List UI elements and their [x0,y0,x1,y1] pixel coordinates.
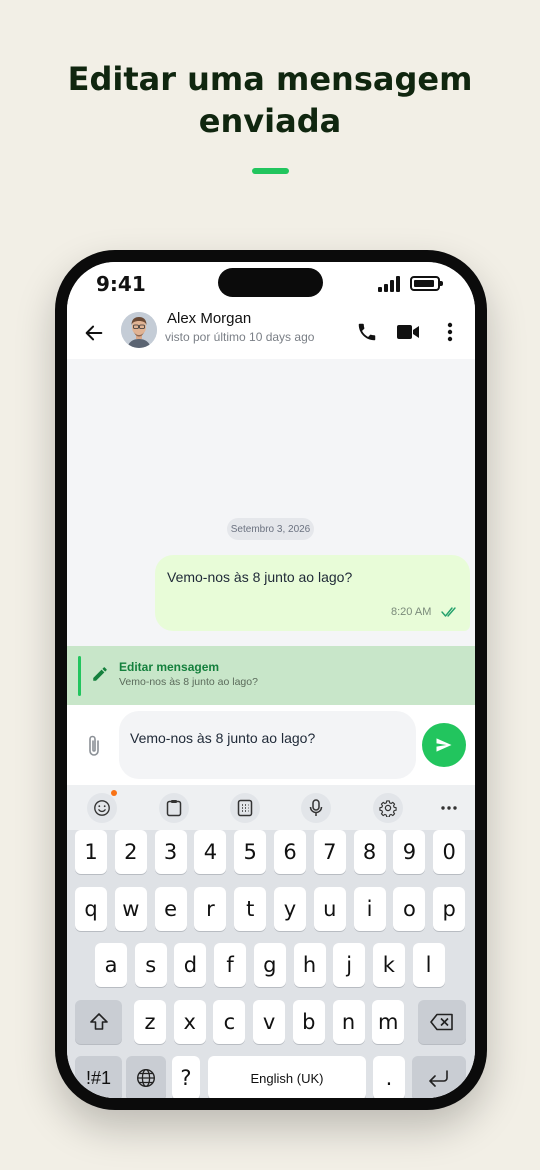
pencil-icon [93,667,107,681]
phone-screen: 9:41 Alex Morgan visto por último 10 day… [67,262,475,1098]
enter-return-icon [429,1070,448,1087]
microphone-icon[interactable] [301,793,331,823]
backspace-key[interactable] [418,1000,466,1044]
phone-frame: 9:41 Alex Morgan visto por último 10 day… [55,250,487,1110]
headline-accent-bar [252,168,289,174]
avatar[interactable] [121,312,157,348]
key-8[interactable]: 8 [353,830,386,874]
globe-icon [136,1068,156,1088]
shift-key[interactable] [75,1000,122,1044]
edit-accent-line [78,656,81,696]
more-options-icon[interactable] [438,320,462,344]
key-i[interactable]: i [353,887,386,931]
key-j[interactable]: j [333,943,366,987]
keyboard-toolbar [67,785,475,830]
message-text: Vemo-nos às 8 junto ao lago? [167,569,353,585]
key-9[interactable]: 9 [393,830,426,874]
language-globe-key[interactable] [126,1056,166,1098]
key-p[interactable]: p [433,887,466,931]
key-s[interactable]: s [134,943,167,987]
key-l[interactable]: l [412,943,445,987]
key-z[interactable]: z [134,1000,166,1044]
question-mark-key[interactable]: ? [172,1056,200,1098]
key-b[interactable]: b [292,1000,325,1044]
key-2[interactable]: 2 [114,830,147,874]
key-n[interactable]: n [332,1000,365,1044]
send-icon [436,738,452,752]
phone-call-icon[interactable] [355,320,379,344]
message-input[interactable]: Vemo-nos às 8 junto ao lago? [119,711,416,779]
keypad-icon[interactable] [230,793,260,823]
key-a[interactable]: a [95,943,127,987]
dynamic-island [218,268,323,297]
edit-message-banner: Editar mensagem Vemo-nos às 8 junto ao l… [67,646,475,705]
space-key[interactable]: English (UK) [208,1056,366,1098]
key-w[interactable]: w [114,887,147,931]
backspace-icon [430,1013,453,1031]
last-seen-status: visto por último 10 days ago [165,330,315,344]
message-time: 8:20 AM [391,606,432,618]
key-m[interactable]: m [372,1000,405,1044]
read-double-check-icon [441,607,456,617]
key-r[interactable]: r [194,887,227,931]
date-separator: Setembro 3, 2026 [227,518,314,540]
key-u[interactable]: u [313,887,346,931]
key-3[interactable]: 3 [154,830,187,874]
clipboard-icon[interactable] [159,793,189,823]
key-5[interactable]: 5 [234,830,267,874]
key-y[interactable]: y [274,887,306,931]
key-6[interactable]: 6 [274,830,306,874]
status-time: 9:41 [96,272,146,296]
key-k[interactable]: k [372,943,405,987]
more-icon[interactable] [434,793,464,823]
key-h[interactable]: h [293,943,326,987]
edit-banner-title: Editar mensagem [119,660,220,674]
key-q[interactable]: q [75,887,107,931]
settings-icon[interactable] [373,793,403,823]
video-call-icon[interactable] [395,320,421,344]
shift-arrow-icon [89,1013,108,1030]
key-c[interactable]: c [213,1000,246,1044]
chat-header: Alex Morgan visto por último 10 days ago [67,307,475,359]
send-button[interactable] [422,723,466,767]
key-v[interactable]: v [253,1000,286,1044]
contact-name[interactable]: Alex Morgan [167,310,251,327]
page-headline: Editar uma mensagem enviada [0,58,540,142]
message-composer: Vemo-nos às 8 junto ao lago? [67,705,475,785]
enter-key[interactable] [412,1056,466,1098]
emoji-icon[interactable] [87,793,117,823]
key-d[interactable]: d [174,943,207,987]
key-1[interactable]: 1 [75,830,107,874]
emoji-notification-dot [111,790,117,796]
battery-icon [410,276,443,291]
status-bar: 9:41 [67,262,475,307]
headline-line-1: Editar uma mensagem [67,60,473,98]
key-g[interactable]: g [253,943,286,987]
key-o[interactable]: o [393,887,426,931]
back-arrow-icon[interactable] [81,320,107,346]
period-key[interactable]: . [373,1056,405,1098]
key-e[interactable]: e [154,887,187,931]
symbols-key[interactable]: !#1 [75,1056,122,1098]
headline-line-2: enviada [198,102,342,140]
outgoing-message-bubble[interactable]: Vemo-nos às 8 junto ao lago? 8:20 AM [155,555,470,631]
on-screen-keyboard: !#1 ? English (UK) . 1234567890 qwertyuio… [67,830,475,1098]
paperclip-icon[interactable] [81,733,107,759]
message-list: Setembro 3, 2026 Vemo-nos às 8 junto ao … [67,359,475,647]
signal-icon [378,276,402,292]
key-f[interactable]: f [214,943,247,987]
key-0[interactable]: 0 [433,830,466,874]
key-t[interactable]: t [234,887,267,931]
edit-banner-preview: Vemo-nos às 8 junto ao lago? [119,676,258,688]
key-x[interactable]: x [173,1000,206,1044]
key-4[interactable]: 4 [194,830,227,874]
key-7[interactable]: 7 [313,830,346,874]
